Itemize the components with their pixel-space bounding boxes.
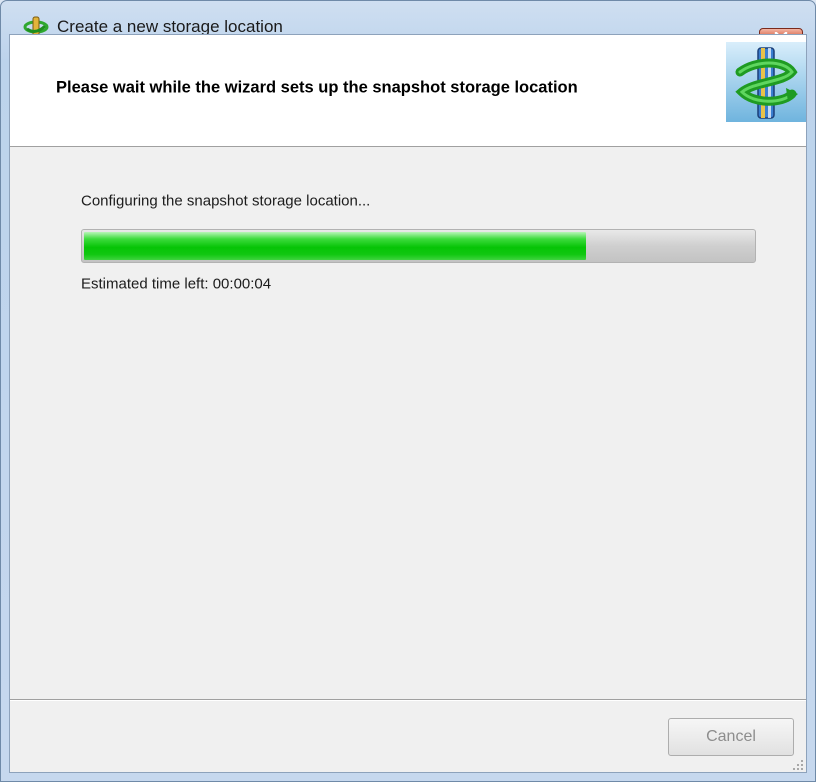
footer-divider	[10, 699, 806, 701]
wizard-snapshot-logo-icon	[726, 42, 806, 122]
resize-grip-icon[interactable]	[792, 758, 804, 770]
wizard-header: Please wait while the wizard sets up the…	[10, 35, 806, 147]
progress-bar	[81, 229, 756, 263]
wizard-window: Create a new storage location Please wai…	[0, 0, 816, 782]
progress-fill	[84, 232, 586, 260]
wizard-header-text: Please wait while the wizard sets up the…	[56, 78, 578, 97]
estimated-time-label: Estimated time left: 00:00:04	[81, 275, 272, 293]
status-label: Configuring the snapshot storage locatio…	[81, 192, 371, 210]
cancel-button[interactable]: Cancel	[668, 718, 794, 756]
wizard-client-area: Please wait while the wizard sets up the…	[9, 34, 807, 773]
